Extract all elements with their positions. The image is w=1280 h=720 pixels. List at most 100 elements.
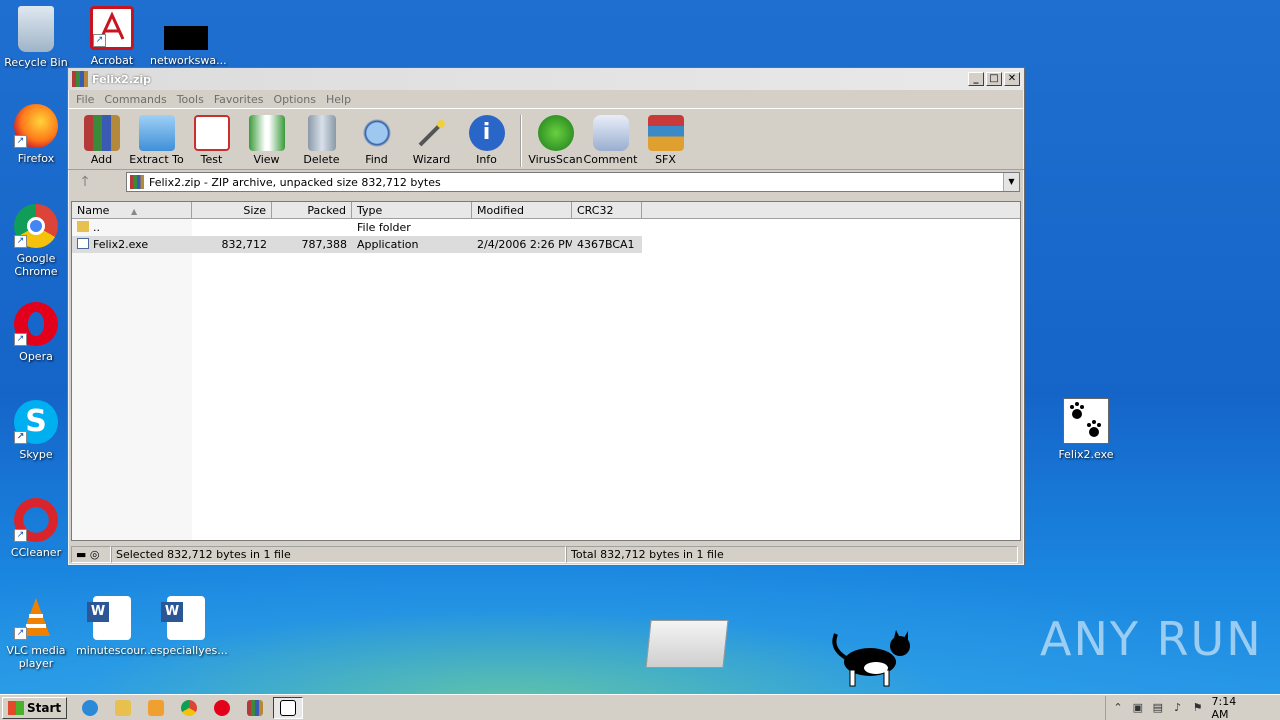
shortcut-arrow-icon: ↗: [14, 627, 27, 640]
taskbar-felix2[interactable]: [273, 696, 304, 719]
chevron-down-icon[interactable]: ▼: [1003, 173, 1019, 191]
view-label: View: [253, 153, 280, 166]
extract-to-button[interactable]: Extract To: [129, 111, 184, 166]
archive-icon: [130, 175, 144, 189]
table-row[interactable]: Felix2.exe 832,712 787,388 Application 2…: [72, 236, 642, 253]
title-bar[interactable]: Felix2.zip _ □ ✕: [68, 68, 1024, 90]
taskbar-opera[interactable]: [207, 697, 237, 719]
test-button[interactable]: Test: [184, 111, 239, 166]
menu-commands[interactable]: Commands: [99, 93, 171, 106]
info-label: Info: [476, 153, 497, 166]
desktop-icon-opera[interactable]: ↗ Opera: [0, 302, 72, 363]
column-header-crc32[interactable]: CRC32: [572, 202, 642, 218]
desktop-icon-skype[interactable]: S ↗ Skype: [0, 400, 72, 461]
info-button[interactable]: i Info: [459, 111, 514, 166]
maximize-button[interactable]: □: [986, 72, 1002, 86]
desktop-icon-acrobat[interactable]: ↗ Acrobat: [76, 6, 148, 67]
menu-favorites[interactable]: Favorites: [209, 93, 269, 106]
comment-button[interactable]: Comment: [583, 111, 638, 166]
desktop-icon-networkswa[interactable]: networkswa...: [150, 6, 227, 67]
menu-help[interactable]: Help: [321, 93, 356, 106]
flag-icon[interactable]: ⚑: [1192, 701, 1204, 715]
taskbar: Start ⌃ ▣ ▤ ♪ ⚑ 7:14 AM: [0, 694, 1280, 720]
system-tray: ⌃ ▣ ▤ ♪ ⚑ 7:14 AM: [1105, 695, 1280, 720]
info-icon: i: [468, 115, 505, 151]
taskbar-winrar[interactable]: [240, 697, 270, 719]
row-name: Felix2.exe: [93, 238, 149, 251]
desktop-icon-label: especiallyes...: [150, 644, 228, 657]
chevron-up-icon[interactable]: ⌃: [1112, 701, 1124, 715]
sfx-button[interactable]: SFX: [638, 111, 693, 166]
skype-icon: S ↗: [14, 400, 58, 444]
wizard-button[interactable]: Wizard: [404, 111, 459, 166]
column-header-modified[interactable]: Modified: [472, 202, 572, 218]
chrome-icon: [181, 699, 198, 716]
internet-explorer-icon: [82, 699, 99, 716]
menu-file[interactable]: File: [71, 93, 99, 106]
address-field[interactable]: Felix2.zip - ZIP archive, unpacked size …: [126, 172, 1020, 192]
desktop-icon-label: Firefox: [17, 152, 55, 165]
file-list[interactable]: Name ▲ Size Packed Type Modified CRC32 .…: [71, 201, 1021, 541]
desktop-icon-ccleaner[interactable]: ↗ CCleaner: [0, 498, 72, 559]
test-label: Test: [200, 153, 223, 166]
add-archive-icon: [83, 115, 120, 151]
taskbar-chrome[interactable]: [174, 697, 204, 719]
delete-button[interactable]: Delete: [294, 111, 349, 166]
taskbar-explorer[interactable]: [108, 697, 138, 719]
drive-icon[interactable]: ▬ ◎: [71, 545, 111, 563]
start-button[interactable]: Start: [2, 696, 68, 719]
up-arrow-icon[interactable]: ↑: [72, 172, 98, 192]
view-button[interactable]: View: [239, 111, 294, 166]
shortcut-arrow-icon: ↗: [14, 235, 27, 248]
desktop-icon-minutescour[interactable]: W minutescour...: [76, 596, 154, 657]
row-size: 832,712: [221, 238, 268, 251]
column-header-size[interactable]: Size: [192, 202, 272, 218]
extract-to-label: Extract To: [129, 153, 184, 166]
row-type: File folder: [357, 221, 411, 234]
recycle-bin-icon: [18, 6, 54, 52]
table-row[interactable]: .. File folder: [72, 219, 1020, 236]
comment-label: Comment: [583, 153, 638, 166]
desktop-icon-especiallyes[interactable]: W especiallyes...: [150, 596, 228, 657]
virusscan-button[interactable]: VirusScan: [528, 111, 583, 166]
taskbar-media-player[interactable]: [141, 697, 171, 719]
desktop-icon-firefox[interactable]: ↗ Firefox: [0, 104, 72, 165]
sfx-box-icon: [647, 115, 684, 151]
desktop-icon-recycle-bin[interactable]: Recycle Bin: [0, 6, 72, 69]
menu-bar: File Commands Tools Favorites Options He…: [68, 90, 1024, 108]
action-center-icon[interactable]: ▣: [1132, 701, 1144, 715]
desktop-icon-google-chrome[interactable]: ↗ Google Chrome: [0, 204, 72, 278]
menu-tools[interactable]: Tools: [172, 93, 209, 106]
folder-up-icon: [77, 221, 89, 232]
shortcut-arrow-icon: ↗: [14, 529, 27, 542]
opera-icon: [214, 699, 231, 716]
volume-icon[interactable]: ♪: [1172, 701, 1184, 715]
winrar-window[interactable]: Felix2.zip _ □ ✕ File Commands Tools Fav…: [67, 67, 1025, 566]
desktop-icon-label: networkswa...: [150, 54, 227, 67]
minimize-button[interactable]: _: [968, 72, 984, 86]
desktop-icon-label: VLC media player: [6, 644, 66, 670]
close-button[interactable]: ✕: [1004, 72, 1020, 86]
menu-options[interactable]: Options: [269, 93, 321, 106]
add-button[interactable]: Add: [74, 111, 129, 166]
network-icon[interactable]: ▤: [1152, 701, 1164, 715]
taskbar-ie[interactable]: [75, 697, 105, 719]
acrobat-icon: ↗: [90, 6, 134, 50]
word-document-icon: W: [87, 596, 131, 640]
desktop-icon-felix2-exe[interactable]: Felix2.exe: [1050, 398, 1122, 461]
address-bar: ↑ Felix2.zip - ZIP archive, unpacked siz…: [68, 170, 1024, 194]
address-text: Felix2.zip - ZIP archive, unpacked size …: [149, 175, 441, 189]
word-document-icon: W: [161, 596, 205, 640]
column-header-name[interactable]: Name ▲: [72, 202, 192, 218]
file-thumbnail-icon: [164, 26, 208, 50]
winrar-icon: [247, 699, 264, 716]
winrar-icon: [72, 71, 88, 87]
folder-icon: [115, 699, 132, 716]
desktop-icon-vlc[interactable]: ↗ VLC media player: [0, 596, 72, 670]
column-header-packed[interactable]: Packed: [272, 202, 352, 218]
delete-label: Delete: [303, 153, 340, 166]
ccleaner-icon: ↗: [14, 498, 58, 542]
find-button[interactable]: Find: [349, 111, 404, 166]
column-header-type[interactable]: Type: [352, 202, 472, 218]
clock[interactable]: 7:14 AM: [1212, 695, 1250, 720]
